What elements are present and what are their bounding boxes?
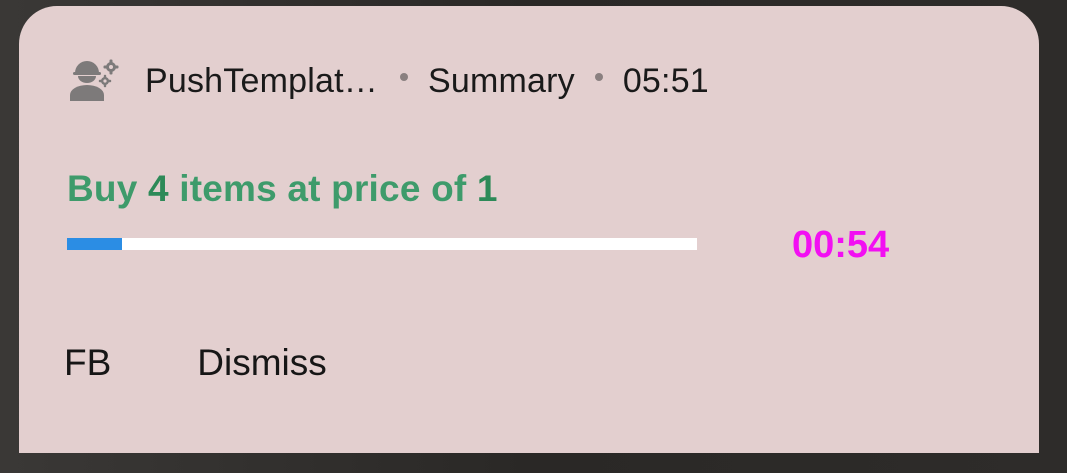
separator-dot	[399, 73, 408, 81]
notification-actions: FB Dismiss	[64, 342, 327, 384]
title-prefix: Buy	[67, 168, 148, 209]
countdown-timer: 00:54	[792, 224, 890, 266]
progress-bar	[67, 238, 697, 250]
app-name: PushTemplat…	[145, 61, 378, 100]
notification-time: 05:51	[622, 61, 709, 100]
notification-title: Buy 4 items at price of 1	[67, 168, 498, 210]
separator-dot	[594, 73, 603, 81]
title-quantity: 4	[147, 168, 169, 209]
notification-header: PushTemplat… Summary 05:51	[67, 58, 709, 104]
fb-action-button[interactable]: FB	[64, 342, 111, 384]
title-middle: items at price of	[168, 168, 477, 209]
progress-bar-fill	[67, 238, 122, 250]
dismiss-action-button[interactable]: Dismiss	[197, 342, 326, 384]
title-price: 1	[476, 168, 498, 209]
summary-text: Summary	[427, 61, 575, 100]
worker-gears-icon	[67, 59, 119, 103]
